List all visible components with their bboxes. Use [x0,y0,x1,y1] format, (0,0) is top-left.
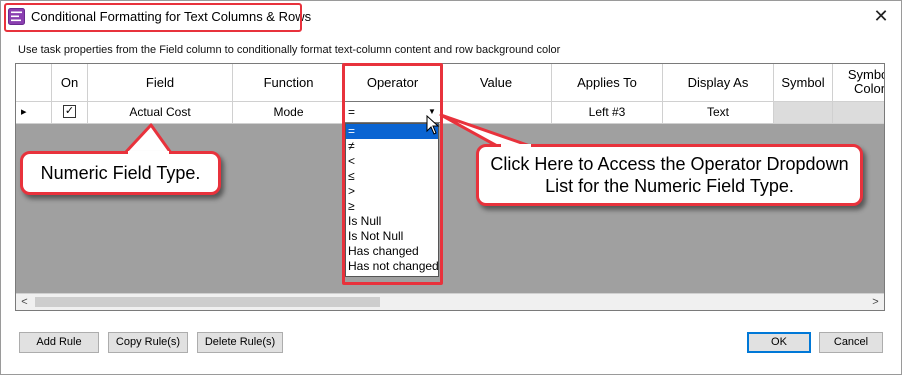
applies-to-cell[interactable]: Left #3 [552,102,663,124]
operator-annotation-box [342,63,443,285]
add-rule-button[interactable]: Add Rule [19,332,99,353]
on-cell[interactable]: ✓ [52,102,88,124]
function-cell[interactable]: Mode [233,102,345,124]
field-cell[interactable]: Actual Cost [88,102,233,124]
column-header-display-as[interactable]: Display As [663,64,774,102]
on-checkbox[interactable]: ✓ [63,105,76,119]
symbol-cell[interactable] [774,102,833,124]
column-header-field[interactable]: Field [88,64,233,102]
scrollbar-thumb[interactable] [35,297,380,307]
copy-rules-button[interactable]: Copy Rule(s) [108,332,188,353]
delete-rules-button[interactable]: Delete Rule(s) [197,332,283,353]
column-header-symbol[interactable]: Symbol [774,64,833,102]
column-header-function[interactable]: Function [233,64,345,102]
horizontal-scrollbar[interactable]: < > [16,293,884,310]
pointer-join-left [128,151,169,155]
row-selector-header [16,64,52,102]
value-cell[interactable] [441,102,552,124]
scroll-left-icon[interactable]: < [16,294,33,310]
scroll-right-icon[interactable]: > [867,294,884,310]
mouse-pointer-icon [426,115,440,135]
row-selector-arrow-icon[interactable]: ▸ [16,102,52,124]
cancel-button[interactable]: Cancel [819,332,883,353]
instructions-text: Use task properties from the Field colum… [18,44,561,56]
numeric-field-type-callout: Numeric Field Type. [20,151,221,195]
conditional-formatting-dialog: Conditional Formatting for Text Columns … [0,0,902,375]
display-as-cell[interactable]: Text [663,102,774,124]
column-header-applies-to[interactable]: Applies To [552,64,663,102]
ok-button[interactable]: OK [747,332,811,353]
close-icon[interactable]: ✕ [869,5,893,27]
column-header-on[interactable]: On [52,64,88,102]
symbol-color-cell[interactable] [833,102,884,124]
title-annotation-box [4,3,302,32]
column-header-value[interactable]: Value [441,64,552,102]
pointer-join-right [501,144,531,148]
title-bar: Conditional Formatting for Text Columns … [1,1,901,33]
operator-hint-callout: Click Here to Access the Operator Dropdo… [476,144,863,206]
column-header-symbol-color[interactable]: Symbol Color [833,64,884,102]
